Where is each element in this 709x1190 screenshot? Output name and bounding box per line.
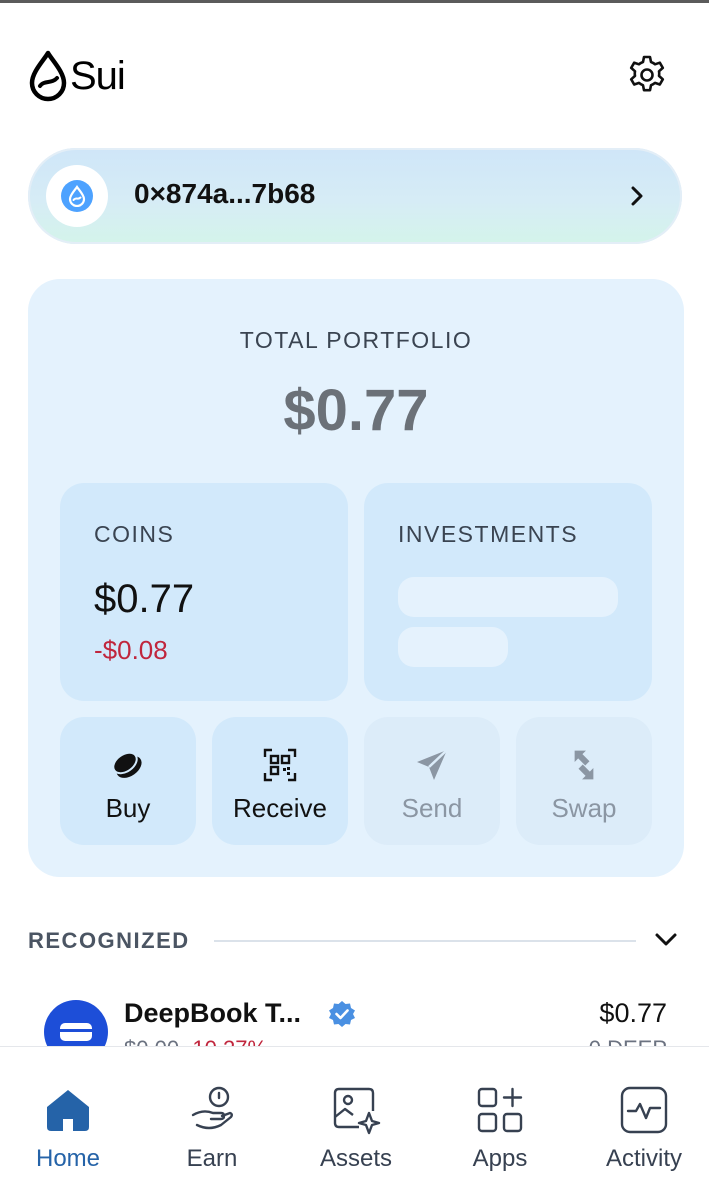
qr-code-icon bbox=[263, 748, 297, 782]
loading-skeleton-bar bbox=[398, 577, 618, 617]
nav-earn-label: Earn bbox=[186, 1145, 238, 1172]
window-top-border bbox=[0, 0, 709, 3]
recognized-title: RECOGNIZED bbox=[28, 928, 190, 953]
sui-logo-icon bbox=[29, 50, 67, 102]
activity-pulse-icon bbox=[620, 1086, 668, 1134]
earn-hand-coin-icon bbox=[191, 1086, 233, 1130]
buy-button[interactable]: Buy bbox=[60, 717, 196, 845]
deepbook-token-icon bbox=[44, 1000, 108, 1046]
portfolio-label: TOTAL PORTFOLIO bbox=[239, 327, 473, 353]
portfolio-total: $0.77 bbox=[283, 378, 429, 443]
gear-icon[interactable] bbox=[626, 54, 668, 96]
buy-label: Buy bbox=[105, 793, 151, 823]
coins-value: $0.77 bbox=[94, 577, 195, 621]
verified-badge-icon bbox=[329, 1001, 355, 1027]
sui-logo: Sui bbox=[28, 48, 126, 104]
paper-plane-icon bbox=[417, 749, 448, 780]
sui-drop-icon bbox=[61, 180, 93, 212]
nav-activity[interactable]: Activity bbox=[573, 1047, 709, 1190]
nav-activity-label: Activity bbox=[605, 1145, 682, 1172]
send-label: Send bbox=[401, 793, 463, 823]
loading-skeleton-bar bbox=[398, 627, 508, 667]
chevron-right-icon bbox=[631, 186, 643, 206]
swap-button[interactable]: Swap bbox=[516, 717, 652, 845]
token-amount: 0 DEEP bbox=[589, 1036, 667, 1046]
assets-image-icon bbox=[333, 1087, 381, 1135]
send-button[interactable]: Send bbox=[364, 717, 500, 845]
account-selector[interactable]: 0×874a...7b68 bbox=[28, 148, 682, 244]
investments-title: INVESTMENTS bbox=[398, 521, 579, 547]
nav-home-label: Home bbox=[35, 1145, 101, 1172]
home-icon bbox=[47, 1090, 89, 1131]
nav-earn[interactable]: Earn bbox=[141, 1047, 283, 1190]
investments-card[interactable]: INVESTMENTS bbox=[364, 483, 652, 701]
account-avatar bbox=[46, 165, 108, 227]
logo-text: Sui bbox=[70, 53, 126, 98]
apps-grid-icon bbox=[477, 1087, 523, 1133]
swap-arrows-icon bbox=[574, 750, 594, 780]
token-row[interactable]: DeepBook T... $0.77 $0.00 -10.27% 0 DEEP bbox=[0, 984, 709, 1046]
coins-title: COINS bbox=[94, 521, 175, 547]
token-value: $0.77 bbox=[599, 998, 667, 1028]
nav-home[interactable]: Home bbox=[0, 1047, 139, 1190]
portfolio-card: TOTAL PORTFOLIO $0.77 COINS $0.77 -$0.08… bbox=[28, 279, 684, 877]
coins-card[interactable]: COINS $0.77 -$0.08 bbox=[60, 483, 348, 701]
nav-apps[interactable]: Apps bbox=[429, 1047, 571, 1190]
token-price: $0.00 -10.27% bbox=[124, 1036, 267, 1046]
swap-label: Swap bbox=[551, 793, 617, 823]
chevron-down-icon[interactable] bbox=[654, 932, 678, 948]
receive-label: Receive bbox=[233, 793, 327, 823]
recognized-section-header[interactable]: RECOGNIZED bbox=[28, 926, 682, 956]
bottom-nav: Home Earn Assets Apps Activity bbox=[0, 1046, 709, 1190]
token-change: -10.27% bbox=[185, 1036, 267, 1046]
header: Sui bbox=[28, 48, 668, 104]
nav-assets[interactable]: Assets bbox=[285, 1047, 427, 1190]
coins-change: -$0.08 bbox=[94, 635, 168, 665]
receive-button[interactable]: Receive bbox=[212, 717, 348, 845]
section-divider bbox=[214, 940, 636, 942]
token-name: DeepBook T... bbox=[124, 998, 302, 1028]
account-address: 0×874a...7b68 bbox=[134, 178, 316, 209]
token-price-value: $0.00 bbox=[124, 1036, 179, 1046]
coin-icon bbox=[112, 751, 142, 778]
nav-assets-label: Assets bbox=[319, 1145, 393, 1172]
nav-apps-label: Apps bbox=[472, 1145, 528, 1172]
